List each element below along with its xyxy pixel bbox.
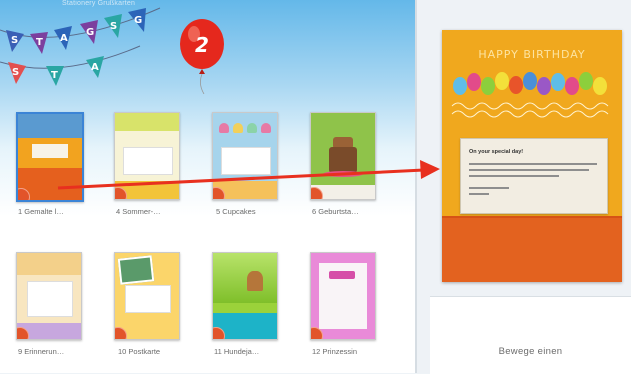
- drag-hint-text: Bewege einen: [498, 346, 563, 357]
- preview-headline: HAPPY BIRTHDAY: [478, 48, 586, 61]
- template-thumbnail[interactable]: [16, 252, 82, 340]
- message-title: On your special day!: [469, 149, 524, 155]
- banner-letter: S: [12, 67, 19, 78]
- balloon-icon: 2: [180, 19, 224, 94]
- banner-letter: T: [51, 70, 58, 81]
- template-thumbnail[interactable]: [310, 252, 376, 340]
- template-thumbnail[interactable]: [114, 252, 180, 340]
- balloon-number: 2: [195, 33, 209, 57]
- template-label: 12 Prinzessin: [312, 347, 358, 356]
- template-label: 10 Postkarte: [118, 347, 161, 356]
- banner-letter: G: [86, 27, 94, 38]
- banner-letter: G: [134, 15, 142, 26]
- template-thumbnail[interactable]: [212, 252, 278, 340]
- card-preview[interactable]: HAPPY BIRTHDAY On your special day!: [442, 30, 622, 282]
- bunting-banner: S T A G S S T A G: [0, 7, 161, 86]
- banner-letter: A: [60, 33, 68, 44]
- template-label: 4 Sommer-…: [116, 207, 161, 216]
- message-box[interactable]: On your special day!: [460, 138, 608, 214]
- badge-icon: [115, 327, 127, 339]
- banner-letter: T: [36, 37, 43, 48]
- banner-letter: S: [11, 35, 18, 46]
- template-thumbnail[interactable]: [114, 112, 180, 200]
- template-thumbnail[interactable]: [310, 112, 376, 200]
- banner-letter: S: [110, 21, 117, 32]
- template-label: 6 Geburtsta…: [312, 207, 359, 216]
- template-gallery: Stationery Grußkarten S T A G S S T A G …: [0, 0, 415, 373]
- info-panel: [430, 296, 631, 374]
- template-label: 11 Hundeja…: [214, 347, 260, 356]
- template-thumbnail[interactable]: [16, 112, 84, 202]
- banner-letter: A: [91, 62, 99, 73]
- template-label: 9 Erinnerun…: [18, 347, 65, 356]
- template-label: 5 Cupcakes: [216, 207, 256, 216]
- template-thumbnail[interactable]: [212, 112, 278, 200]
- template-label: 1 Gemalte l…: [18, 207, 64, 216]
- balloons-icon: [451, 72, 609, 118]
